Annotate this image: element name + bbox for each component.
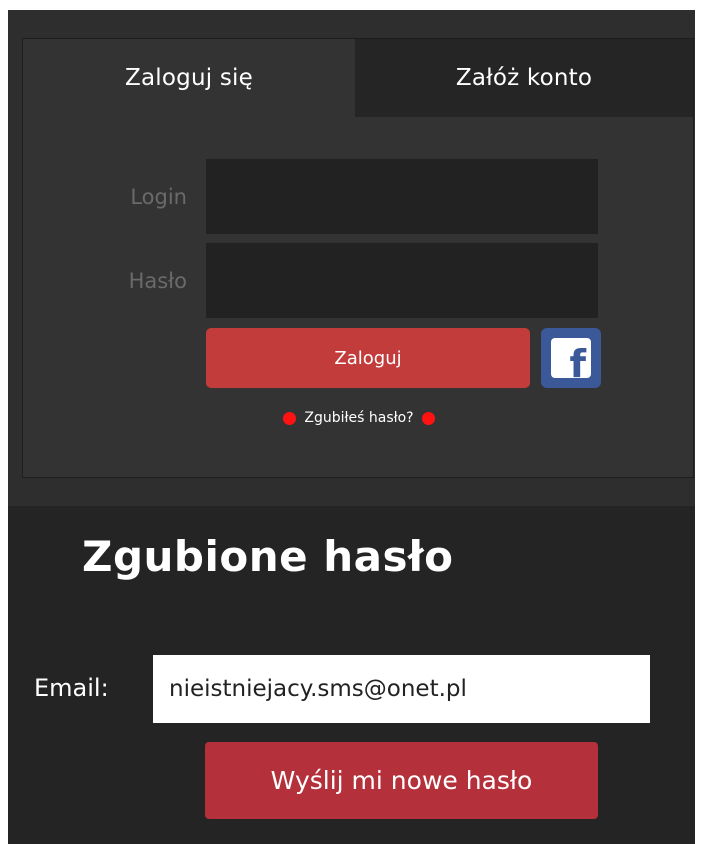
facebook-login-button[interactable]: f <box>541 328 601 388</box>
send-new-password-button[interactable]: Wyślij mi nowe hasło <box>205 742 598 819</box>
forgot-password-row: Zgubiłeś hasło? <box>23 407 695 429</box>
email-input[interactable] <box>153 655 650 723</box>
forgot-password-link[interactable]: Zgubiłeś hasło? <box>304 410 413 426</box>
page-container: Zaloguj się Załóż konto Login Hasło Zalo… <box>8 10 695 844</box>
login-label: Login <box>130 185 187 209</box>
password-recovery-section: Zgubione hasło Email: Wyślij mi nowe has… <box>8 506 695 844</box>
login-button[interactable]: Zaloguj <box>206 328 530 388</box>
page-title: Zgubione hasło <box>82 532 454 581</box>
facebook-icon-glyph: f <box>569 342 586 378</box>
facebook-icon: f <box>551 338 591 378</box>
password-label: Hasło <box>128 269 187 293</box>
email-label: Email: <box>34 674 109 702</box>
tab-register[interactable]: Załóż konto <box>355 39 693 117</box>
red-dot-icon <box>283 411 297 425</box>
password-input[interactable] <box>206 243 598 318</box>
tab-login[interactable]: Zaloguj się <box>23 39 355 117</box>
red-dot-icon <box>421 411 435 425</box>
login-panel: Zaloguj się Załóż konto Login Hasło Zalo… <box>22 38 694 478</box>
login-input[interactable] <box>206 159 598 234</box>
